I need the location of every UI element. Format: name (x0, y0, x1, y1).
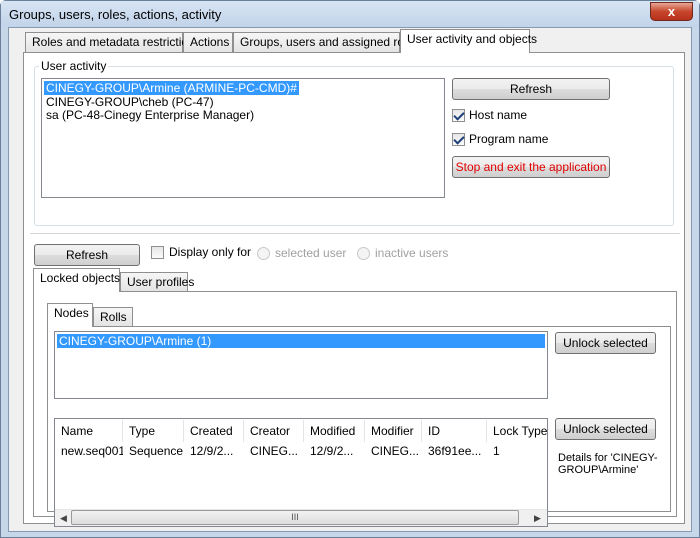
cell-modified: 12/9/2... (310, 444, 354, 458)
tab-actions[interactable]: Actions (183, 32, 233, 53)
nodes-page: CINEGY-GROUP\Armine (1) Unlock selected … (47, 326, 671, 527)
user-activity-list[interactable]: CINEGY-GROUP\Armine (ARMINE-PC-CMD)# CIN… (41, 78, 445, 198)
list-item-label: CINEGY-GROUP\Armine (1) (59, 334, 212, 348)
tab-locked-objects[interactable]: Locked objects (33, 268, 120, 292)
list-item-label: sa (PC-48-Cinegy Enterprise Manager) (46, 108, 255, 122)
tab-label: Actions (190, 35, 230, 49)
title-bar[interactable]: Groups, users, roles, actions, activity … (1, 1, 699, 27)
tab-rolls[interactable]: Rolls (93, 307, 133, 327)
tab-user-profiles[interactable]: User profiles (120, 272, 194, 292)
objects-table[interactable]: Name Type Created Creator Modified Modif… (54, 418, 548, 527)
program-name-checkbox[interactable] (452, 133, 465, 146)
cell-created: 12/9/2... (190, 444, 234, 458)
button-label: Unlock selected (563, 422, 648, 436)
selected-user-label: selected user (275, 246, 347, 260)
separator (30, 233, 680, 235)
stop-exit-button[interactable]: Stop and exit the application (452, 156, 610, 178)
tab-label: User activity and objects (407, 32, 538, 46)
scroll-right-icon[interactable]: ▶ (534, 513, 541, 524)
button-label: Refresh (65, 248, 109, 262)
column-header-created[interactable]: Created (184, 420, 244, 442)
selected-user-radio[interactable] (257, 247, 270, 260)
tab-label: Roles and metadata restrictions (32, 35, 201, 49)
cell-name: new.seq001 (61, 444, 123, 458)
inactive-users-label: inactive users (375, 246, 449, 260)
column-header-creator[interactable]: Creator (244, 420, 304, 442)
main-window: Groups, users, roles, actions, activity … (0, 0, 700, 538)
button-label: Unlock selected (563, 336, 648, 350)
inactive-users-radio[interactable] (357, 247, 370, 260)
locked-objects-page: Nodes Rolls CINEGY-GROUP\Armine (1) Unlo… (33, 291, 677, 527)
cell-modifier: CINEG... (371, 444, 420, 458)
close-button[interactable]: x (650, 2, 693, 21)
cell-id: 36f91ee... (428, 444, 482, 458)
column-header-type[interactable]: Type (123, 420, 184, 442)
details-text: Details for 'CINEGY-GROUP\Armine' (558, 452, 658, 476)
column-header-id[interactable]: ID (422, 420, 487, 442)
window-title: Groups, users, roles, actions, activity (9, 7, 222, 22)
list-item-label: CINEGY-GROUP\Armine (ARMINE-PC-CMD)# (46, 81, 297, 95)
close-icon: x (667, 4, 676, 19)
scroll-grip-icon: III (291, 512, 299, 522)
list-item[interactable]: CINEGY-GROUP\cheb (PC-47) (46, 95, 214, 109)
list-item[interactable]: sa (PC-48-Cinegy Enterprise Manager) (46, 108, 254, 122)
list-item[interactable]: CINEGY-GROUP\Armine (ARMINE-PC-CMD)# (44, 81, 299, 95)
button-label: Refresh (509, 82, 553, 96)
column-header-lock-type[interactable]: Lock Type (487, 420, 547, 442)
cell-lock-type: 1 (493, 444, 500, 458)
nodes-list[interactable]: CINEGY-GROUP\Armine (1) (54, 331, 548, 399)
user-activity-group-label: User activity (39, 59, 109, 73)
cell-type: Sequence (129, 444, 184, 458)
tab-label: Locked objects (40, 271, 121, 285)
tab-user-activity[interactable]: User activity and objects (400, 29, 537, 53)
host-name-label: Host name (469, 108, 528, 122)
scroll-thumb[interactable]: III (71, 510, 519, 525)
tab-nodes[interactable]: Nodes (47, 303, 93, 327)
program-name-label: Program name (469, 132, 549, 146)
client-area: Roles and metadata restrictions Actions … (8, 27, 692, 532)
user-activity-page: User activity CINEGY-GROUP\Armine (ARMIN… (23, 52, 685, 527)
column-header-modifier[interactable]: Modifier (365, 420, 422, 442)
refresh-objects-button[interactable]: Refresh (34, 244, 140, 266)
tab-groups-users[interactable]: Groups, users and assigned roles (233, 32, 419, 53)
list-item-label: CINEGY-GROUP\cheb (PC-47) (46, 95, 214, 109)
tab-label: Rolls (100, 310, 127, 324)
scroll-left-icon[interactable]: ◀ (60, 513, 67, 524)
list-item[interactable]: CINEGY-GROUP\Armine (1) (57, 334, 545, 348)
cell-creator: CINEG... (250, 444, 299, 458)
horizontal-scrollbar[interactable]: ◀ III ▶ (55, 509, 547, 526)
refresh-activity-button[interactable]: Refresh (452, 78, 610, 100)
column-header-name[interactable]: Name (55, 420, 123, 442)
display-only-label: Display only for (169, 245, 252, 259)
host-name-checkbox[interactable] (452, 109, 465, 122)
button-label: Stop and exit the application (455, 160, 607, 174)
tab-roles-metadata[interactable]: Roles and metadata restrictions (25, 32, 201, 53)
unlock-nodes-button[interactable]: Unlock selected (555, 332, 656, 354)
tab-label: Nodes (54, 306, 89, 320)
display-only-checkbox[interactable] (151, 246, 164, 259)
column-header-modified[interactable]: Modified (304, 420, 365, 442)
tab-label: User profiles (127, 275, 195, 289)
tab-label: Groups, users and assigned roles (240, 35, 420, 49)
table-row[interactable]: new.seq001 Sequence 12/9/2... CINEG... 1… (55, 444, 547, 462)
unlock-objects-button[interactable]: Unlock selected (555, 418, 656, 440)
